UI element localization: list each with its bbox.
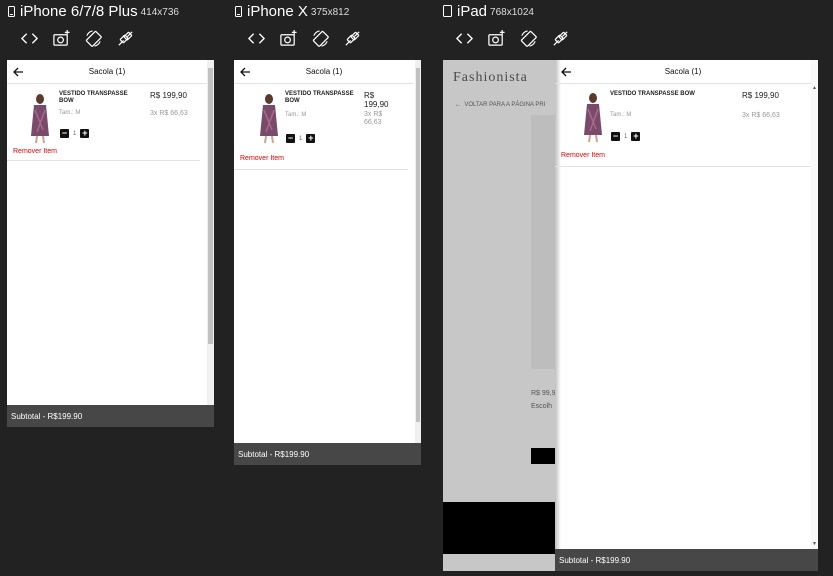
quantity-stepper: − 1 +	[60, 129, 90, 138]
cart-header: Sacola (1)	[555, 60, 811, 84]
item-divider	[555, 166, 811, 167]
scroll-thumb[interactable]	[416, 68, 420, 422]
decrease-quantity-button[interactable]: −	[60, 129, 69, 138]
page-footer	[443, 502, 558, 554]
product-image[interactable]	[25, 92, 55, 144]
device-toolbar	[455, 29, 570, 48]
back-arrow-icon: ←	[455, 102, 465, 108]
increase-quantity-button[interactable]: +	[631, 132, 641, 141]
device-size: 375x812	[310, 7, 350, 18]
product-installments: 3x R$ 66,63	[150, 110, 188, 117]
screenshot-icon[interactable]	[279, 29, 298, 48]
cart-title: Sacola (1)	[664, 67, 702, 76]
remove-item-link[interactable]: Remover Item	[561, 152, 605, 159]
scrollbar[interactable]	[207, 60, 214, 406]
device-toolbar	[247, 29, 362, 48]
scrollbar[interactable]	[415, 60, 421, 444]
device-size: 414x736	[140, 7, 179, 18]
remove-item-link[interactable]: Remover Item	[13, 148, 57, 155]
subtotal-bar: Subtotal - R$199.90	[7, 405, 214, 427]
decrease-quantity-button[interactable]: −	[611, 132, 620, 141]
device-title: iPhone X 375x812	[235, 2, 349, 20]
product-size: Tam.: M	[59, 110, 81, 116]
quantity-stepper: − 1 +	[611, 132, 641, 141]
device-title: iPad 768x1024	[443, 2, 534, 20]
quantity-value: 1	[299, 135, 303, 142]
disconnect-icon[interactable]	[116, 29, 135, 48]
device-screen: Sacola (1) VESTIDO TRANSPASSE BOW Tam.: …	[234, 60, 421, 465]
cart-header: Sacola (1)	[7, 60, 207, 84]
quantity-stepper: − 1 +	[286, 134, 316, 143]
rotate-icon[interactable]	[84, 29, 103, 48]
product-image[interactable]	[578, 91, 608, 143]
cart-title: Sacola (1)	[305, 67, 343, 76]
cart-drawer: Sacola (1) VESTIDO TRANSPASSE BOW Tam.: …	[555, 60, 818, 571]
product-image-placeholder	[531, 115, 558, 369]
cart-title: Sacola (1)	[88, 67, 126, 76]
quantity-value: 1	[624, 133, 628, 140]
disconnect-icon[interactable]	[551, 29, 570, 48]
scroll-down-arrow-icon[interactable]: ▼	[812, 541, 817, 547]
scroll-up-arrow-icon[interactable]: ▲	[812, 85, 817, 91]
rotate-icon[interactable]	[311, 29, 330, 48]
device-title: iPhone 6/7/8 Plus 414x736	[8, 2, 179, 20]
back-arrow-icon[interactable]	[560, 66, 572, 78]
device-name: iPhone X	[247, 2, 308, 20]
device-size: 768x1024	[490, 7, 534, 18]
product-installments: 3x R$ 66,63	[742, 112, 780, 119]
product-image[interactable]	[254, 92, 284, 144]
quantity-value: 1	[73, 130, 77, 137]
back-arrow-icon[interactable]	[12, 66, 24, 78]
decrease-quantity-button[interactable]: −	[286, 134, 295, 143]
device-name: iPhone 6/7/8 Plus	[20, 2, 138, 20]
product-name[interactable]: VESTIDO TRANSPASSE BOW	[59, 91, 139, 105]
cart-header: Sacola (1)	[234, 60, 414, 84]
disconnect-icon[interactable]	[343, 29, 362, 48]
phone-icon	[235, 5, 242, 17]
code-icon[interactable]	[20, 29, 39, 48]
brand-logo: Fashionista	[453, 70, 528, 85]
item-divider	[7, 160, 200, 161]
drawer-shadow	[555, 60, 561, 571]
code-icon[interactable]	[247, 29, 266, 48]
product-size: Tam.: M	[610, 112, 632, 118]
screenshot-icon[interactable]	[52, 29, 71, 48]
increase-quantity-button[interactable]: +	[306, 134, 316, 143]
increase-quantity-button[interactable]: +	[80, 129, 90, 138]
device-screen: Sacola (1) VESTIDO TRANSPASSE BOW Tam.: …	[7, 60, 214, 427]
subtotal-bar: Subtotal - R$199.90	[234, 443, 421, 465]
device-name: iPad	[457, 2, 488, 20]
subtotal-bar: Subtotal - R$199.90	[555, 549, 818, 571]
device-toolbar	[20, 29, 135, 48]
product-name[interactable]: VESTIDO TRANSPASSE BOW	[610, 91, 730, 98]
product-price: R$ 99,9	[531, 390, 556, 397]
rotate-icon[interactable]	[519, 29, 538, 48]
code-icon[interactable]	[455, 29, 474, 48]
item-divider	[234, 169, 408, 170]
phone-icon	[8, 5, 15, 17]
remove-item-link[interactable]: Remover Item	[240, 155, 284, 162]
tablet-icon	[443, 5, 452, 17]
product-installments: 3x R$ 66,63	[364, 111, 383, 126]
back-to-home-link[interactable]: ← VOLTAR PARA A PÁGINA PRI	[455, 102, 545, 108]
scroll-thumb[interactable]	[208, 68, 213, 344]
back-arrow-icon[interactable]	[239, 66, 251, 78]
product-price: R$ 199,90	[742, 91, 779, 100]
product-price: R$ 199,90	[364, 91, 389, 109]
product-price: R$ 199,90	[150, 91, 187, 100]
product-size: Tam.: M	[285, 112, 307, 118]
product-name[interactable]: VESTIDO TRANSPASSE BOW	[285, 91, 357, 105]
scrollbar[interactable]: ▲ ▼	[811, 60, 818, 549]
screenshot-icon[interactable]	[487, 29, 506, 48]
choose-size-label: Escolh	[531, 403, 553, 410]
